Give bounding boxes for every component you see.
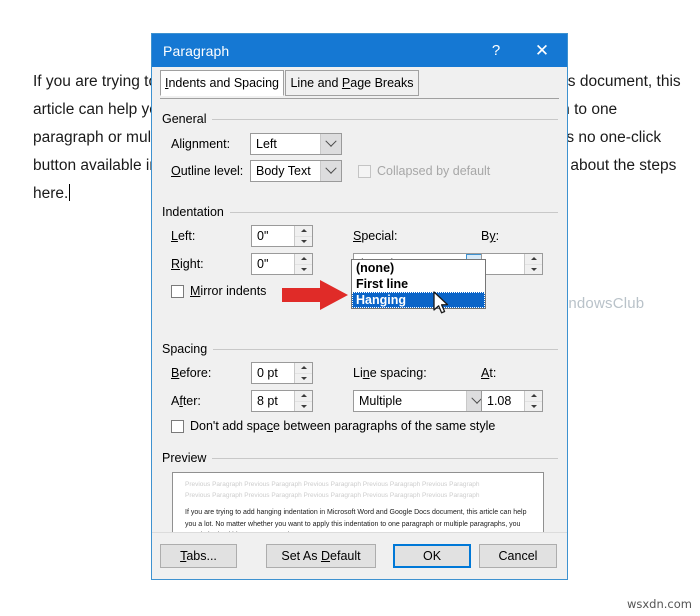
- spin-down-icon[interactable]: [525, 401, 542, 411]
- alignment-label: Alignment:: [171, 137, 231, 151]
- spacing-before-spinner[interactable]: [294, 363, 312, 383]
- at-field[interactable]: 1.08: [481, 390, 543, 412]
- indentation-group-label: Indentation: [162, 205, 230, 219]
- spin-down-icon[interactable]: [295, 401, 312, 411]
- at-spinner[interactable]: [524, 391, 542, 411]
- spacing-before-field[interactable]: 0 pt: [251, 362, 313, 384]
- line-spacing-value: Multiple: [359, 394, 403, 408]
- spin-up-icon[interactable]: [295, 254, 312, 265]
- set-as-default-button[interactable]: Set As Default: [266, 544, 376, 568]
- collapsed-by-default-checkbox[interactable]: Collapsed by default: [358, 164, 490, 178]
- preview-previous-line: Previous Paragraph Previous Paragraph Pr…: [185, 481, 480, 488]
- alignment-value: Left: [256, 137, 277, 151]
- spin-up-icon[interactable]: [525, 254, 542, 265]
- dialog-title: Paragraph: [163, 42, 230, 59]
- spin-down-icon[interactable]: [295, 236, 312, 246]
- left-indent-field[interactable]: 0": [251, 225, 313, 247]
- right-indent-label: Right:: [171, 257, 204, 271]
- special-dropdown-list[interactable]: (none) First line Hanging: [351, 259, 486, 309]
- spin-up-icon[interactable]: [295, 363, 312, 374]
- line-spacing-combo[interactable]: Multiple: [353, 390, 488, 412]
- dialog-body: IIndents and Spacingndents and Spacing L…: [152, 67, 567, 579]
- tabs-button[interactable]: Tabs...: [160, 544, 237, 568]
- line-spacing-label: Line spacing:: [353, 366, 427, 380]
- left-indent-value: 0": [257, 229, 269, 243]
- tab-line-and-page-breaks[interactable]: Line and Page Breaks: [285, 70, 419, 96]
- mirror-indents-label: Mirror indents: [190, 284, 267, 298]
- tab-underline: [160, 98, 559, 99]
- group-divider: [162, 119, 558, 120]
- dropdown-option-none[interactable]: (none): [352, 260, 485, 276]
- tab-label: IIndents and Spacingndents and Spacing: [165, 76, 279, 90]
- outline-level-combo[interactable]: Body Text: [250, 160, 342, 182]
- at-value: 1.08: [487, 394, 512, 408]
- ok-button[interactable]: OK: [393, 544, 471, 568]
- spin-down-icon[interactable]: [295, 373, 312, 383]
- help-icon[interactable]: ?: [478, 34, 514, 67]
- checkbox-box[interactable]: [358, 164, 371, 178]
- dont-add-space-label: Don't add space between paragraphs of th…: [190, 419, 496, 433]
- left-indent-label: Left:: [171, 229, 196, 243]
- text-caret: [69, 184, 71, 201]
- left-indent-spinner[interactable]: [294, 226, 312, 246]
- spin-up-icon[interactable]: [295, 391, 312, 402]
- dropdown-option-hanging[interactable]: Hanging: [352, 292, 485, 308]
- spin-up-icon[interactable]: [295, 226, 312, 237]
- outline-level-label: Outline level:: [171, 164, 244, 178]
- general-group-label: General: [162, 112, 213, 126]
- tab-indents-and-spacing[interactable]: IIndents and Spacingndents and Spacing: [160, 70, 284, 96]
- checkbox-box[interactable]: [171, 419, 184, 433]
- tab-label: Line and Page Breaks: [290, 76, 414, 90]
- dont-add-space-checkbox[interactable]: Don't add space between paragraphs of th…: [171, 419, 495, 433]
- spacing-after-field[interactable]: 8 pt: [251, 390, 313, 412]
- dialog-footer: Tabs... Set As Default OK Cancel: [152, 532, 567, 579]
- checkbox-box[interactable]: [171, 284, 184, 298]
- preview-group-label: Preview: [162, 451, 213, 465]
- close-icon[interactable]: ✕: [524, 34, 560, 67]
- chevron-down-icon[interactable]: [320, 161, 341, 181]
- group-divider: [162, 349, 558, 350]
- chevron-down-icon[interactable]: [320, 134, 341, 154]
- special-label: Special:: [353, 229, 398, 243]
- red-arrow-right-icon: [282, 280, 348, 310]
- by-field[interactable]: [481, 253, 543, 275]
- preview-previous-line: Previous Paragraph Previous Paragraph Pr…: [185, 491, 480, 499]
- spacing-after-value: 8 pt: [257, 394, 278, 408]
- alignment-combo[interactable]: Left: [250, 133, 342, 155]
- outline-level-value: Body Text: [256, 164, 311, 178]
- spacing-group-label: Spacing: [162, 342, 214, 356]
- right-indent-value: 0": [257, 257, 269, 271]
- right-indent-field[interactable]: 0": [251, 253, 313, 275]
- cancel-button[interactable]: Cancel: [479, 544, 557, 568]
- spacing-before-label: Before:: [171, 366, 212, 380]
- by-label: By:: [481, 229, 500, 243]
- spin-up-icon[interactable]: [525, 391, 542, 402]
- at-label: At:: [481, 366, 497, 380]
- group-divider: [162, 458, 558, 459]
- by-spinner[interactable]: [524, 254, 542, 274]
- spin-down-icon[interactable]: [295, 264, 312, 274]
- spacing-before-value: 0 pt: [257, 366, 278, 380]
- spacing-after-spinner[interactable]: [294, 391, 312, 411]
- collapsed-by-default-label: Collapsed by default: [377, 164, 491, 178]
- dialog-title-bar: Paragraph ? ✕: [152, 34, 567, 67]
- site-credit-label: wsxdn.com: [626, 597, 692, 611]
- spacing-after-label: After:: [171, 394, 201, 408]
- mirror-indents-checkbox[interactable]: Mirror indents: [171, 284, 266, 298]
- right-indent-spinner[interactable]: [294, 254, 312, 274]
- spin-down-icon[interactable]: [525, 264, 542, 274]
- dropdown-option-first-line[interactable]: First line: [352, 276, 485, 292]
- tab-strip: IIndents and Spacingndents and Spacing L…: [152, 70, 567, 99]
